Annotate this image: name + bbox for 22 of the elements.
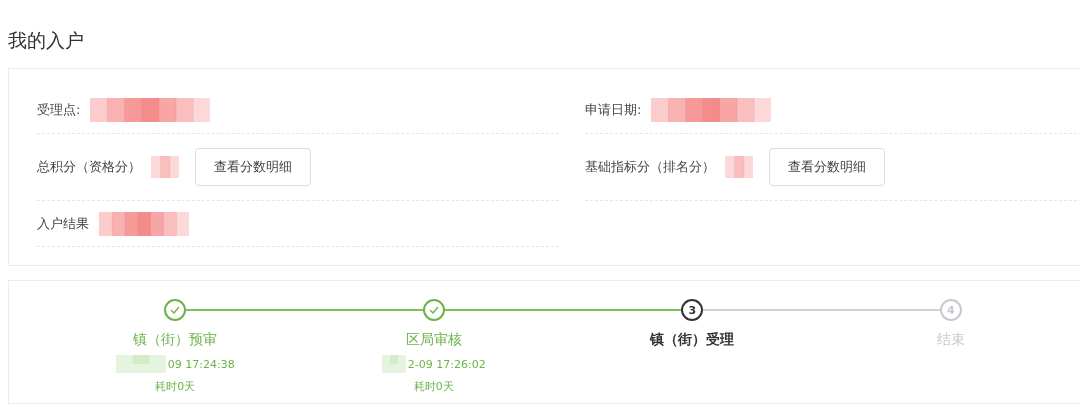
redaction-mosaic bbox=[381, 355, 406, 373]
step-time: 09 17:24:38 bbox=[167, 357, 235, 371]
page-title: 我的入户 bbox=[8, 28, 85, 53]
step-time: 2-09 17:26:02 bbox=[407, 357, 486, 371]
check-icon bbox=[422, 299, 445, 321]
step-duration: 耗时0天 bbox=[155, 379, 196, 394]
step-title: 区局审核 bbox=[405, 331, 462, 349]
score-detail-button[interactable]: 查看分数明细 bbox=[769, 148, 885, 186]
field-label: 基础指标分（排名分） bbox=[585, 158, 715, 176]
redaction-mosaic bbox=[725, 156, 753, 178]
step-duration: 耗时0天 bbox=[413, 379, 454, 394]
redaction-mosaic bbox=[151, 156, 179, 178]
redaction-mosaic bbox=[115, 355, 166, 373]
check-icon bbox=[164, 299, 187, 321]
score-detail-button[interactable]: 查看分数明细 bbox=[195, 148, 311, 186]
step-title: 镇（街）预审 bbox=[133, 331, 218, 349]
field-label: 受理点: bbox=[37, 101, 81, 119]
field-label: 申请日期: bbox=[585, 101, 642, 119]
field-label: 入户结果 bbox=[37, 214, 89, 233]
field-label: 总积分（资格分） bbox=[37, 158, 141, 176]
step-number: 3 bbox=[681, 299, 704, 321]
step-title: 镇（街）受理 bbox=[650, 331, 735, 349]
